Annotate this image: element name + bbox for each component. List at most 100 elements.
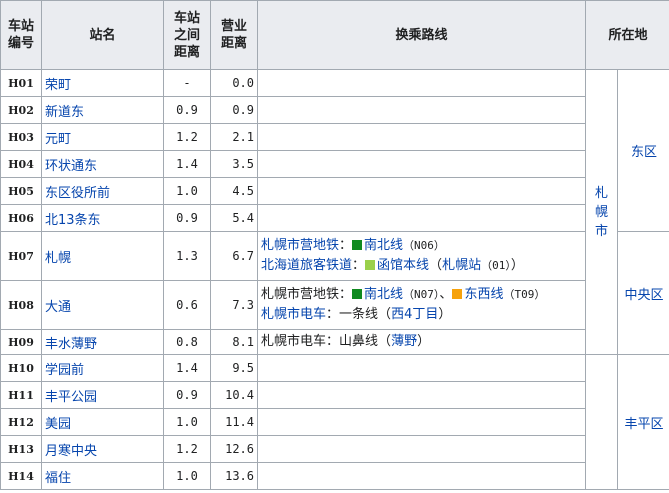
station-link[interactable]: 美园 [45,417,71,432]
operator-link[interactable]: 北海道旅客铁道 [261,258,352,273]
station-code: H06 [0,204,42,232]
transfer-line: 札幌市营地铁： 南北线（N07）、 东西线（T09） [261,287,546,302]
station-name: 大通 [41,280,164,330]
transfer-cell [257,462,586,490]
station-link[interactable]: 学园前 [45,363,84,378]
station-code: H09 [0,329,42,355]
station-code: H08 [0,280,42,330]
table-row: H11 丰平公园 0.9 10.4 [0,381,669,409]
distance-between: 1.4 [163,354,211,382]
distance-total: 5.4 [210,204,258,232]
station-link[interactable]: 丰水薄野 [45,337,97,352]
table-row: H13 月寒中央 1.2 12.6 [0,435,669,463]
ward-cell: 丰平区 [616,354,669,490]
city-link[interactable]: 札幌市 [595,186,608,239]
transfer-line: 札幌市电车：一条线（西4丁目） [261,307,452,322]
station-link[interactable]: 福住 [45,471,71,486]
ward-link[interactable]: 东区 [631,145,657,160]
station-link[interactable]: 新道东 [45,105,84,120]
distance-total: 12.6 [210,435,258,463]
transfer-cell [257,123,586,151]
transfer-line: 北海道旅客铁道： 函馆本线（札幌站（01）） [261,258,524,273]
distance-between: 1.0 [163,177,211,205]
station-name: 福住 [41,462,164,490]
station-link[interactable]: 薄野 [391,334,417,349]
distance-between: 1.4 [163,150,211,178]
table-row: H02 新道东 0.9 0.9 [0,96,669,124]
transfer-cell [257,435,586,463]
station-link[interactable]: 东区役所前 [45,186,110,201]
ward-cell: 中央区 [616,231,669,355]
operator-link[interactable]: 札幌市营地铁 [261,238,339,253]
station-code: H10 [0,354,42,382]
line-link[interactable]: 南北线 [364,238,403,253]
station-code: H03 [0,123,42,151]
table-row: H05 东区役所前 1.0 4.5 [0,177,669,205]
distance-between: 0.6 [163,280,211,330]
station-link[interactable]: 月寒中央 [45,444,97,459]
station-name: 东区役所前 [41,177,164,205]
transfer-cell: 札幌市营地铁： 南北线（N06） 北海道旅客铁道： 函馆本线（札幌站（01）） [257,231,586,281]
distance-between: 1.0 [163,408,211,436]
ward-link[interactable]: 丰平区 [625,417,664,432]
station-link[interactable]: 西4丁目 [391,307,438,322]
header-between: 车站 之间 距离 [163,0,211,70]
transfer-cell [257,204,586,232]
distance-between: 1.2 [163,435,211,463]
line-link[interactable]: 东西线 [464,287,503,302]
station-name: 环状通东 [41,150,164,178]
table-row: H09 丰水薄野 0.8 8.1 札幌市电车：山鼻线（薄野） [0,329,669,355]
station-link[interactable]: 札幌 [45,251,71,266]
nanboku-line-icon [352,289,363,299]
city-cell: 札幌市 [585,69,618,355]
transfer-cell [257,150,586,178]
transfer-cell [257,354,586,382]
header-location: 所在地 [584,0,669,70]
station-code: H02 [0,96,42,124]
station-link[interactable]: 北13条东 [45,213,101,228]
distance-between: 0.9 [163,204,211,232]
ward-link[interactable]: 中央区 [625,288,664,303]
distance-total: 0.0 [210,69,258,97]
station-table: 车站 编号 站名 车站 之间 距离 营业 距离 换乘路线 所在地 H01 荣町 - 0.… [0,0,669,490]
distance-between: 0.9 [163,381,211,409]
distance-between: 1.3 [163,231,211,281]
station-name: 札幌 [41,231,164,281]
station-code: H12 [0,408,42,436]
line-link[interactable]: 函馆本线 [377,258,429,273]
transfer-cell [257,177,586,205]
station-code: H07 [0,231,42,281]
station-name: 元町 [41,123,164,151]
distance-between: 1.0 [163,462,211,490]
station-link[interactable]: 荣町 [45,78,71,93]
distance-between: 0.9 [163,96,211,124]
station-name: 丰水薄野 [41,329,164,355]
table-row: H08 大通 0.6 7.3 札幌市营地铁： 南北线（N07）、 东西线（T09） … [0,280,669,330]
table-row: H04 环状通东 1.4 3.5 [0,150,669,178]
distance-between: 1.2 [163,123,211,151]
distance-total: 6.7 [210,231,258,281]
header-code: 车站 编号 [0,0,42,70]
distance-total: 9.5 [210,354,258,382]
nanboku-line-icon [352,240,363,250]
station-link[interactable]: 元町 [45,132,71,147]
station-link[interactable]: 环状通东 [45,159,97,174]
operator-link[interactable]: 札幌市电车 [261,307,326,322]
line-link[interactable]: 南北线 [364,287,403,302]
table-row: H10 学园前 1.4 9.5 丰平区 [0,354,669,490]
table-row: H03 元町 1.2 2.1 [0,123,669,151]
ward-cell: 东区 [616,69,669,232]
distance-total: 8.1 [210,329,258,355]
station-link[interactable]: 丰平公园 [45,390,97,405]
header-row: 车站 编号 站名 车站 之间 距离 营业 距离 换乘路线 所在地 [0,0,669,70]
station-code: H05 [0,177,42,205]
distance-total: 3.5 [210,150,258,178]
tozai-line-icon [452,289,463,299]
station-link[interactable]: 大通 [45,300,71,315]
station-code: H13 [0,435,42,463]
distance-between: - [163,69,211,97]
table-row: H12 美园 1.0 11.4 [0,408,669,436]
header-name: 站名 [41,0,164,70]
station-name: 丰平公园 [41,381,164,409]
station-link[interactable]: 札幌站 [442,258,481,273]
